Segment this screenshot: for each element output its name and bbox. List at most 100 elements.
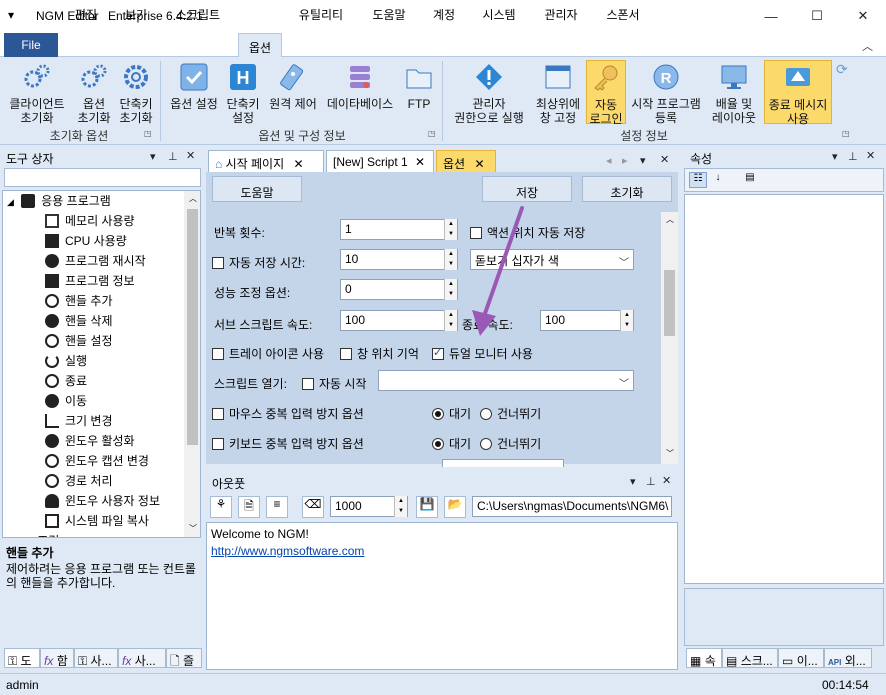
scroll-up-icon[interactable]: ︿ (666, 214, 674, 225)
ftp-button[interactable]: FTP (400, 60, 438, 124)
close-icon[interactable]: ✕ (660, 153, 669, 166)
always-on-top-button[interactable]: 최상위에 창 고정 (530, 60, 586, 125)
tree-item[interactable]: 프로그램 정보 (45, 271, 200, 291)
keyboard-skip-radio[interactable]: 건너뛰기 (480, 435, 541, 452)
scroll-up-icon[interactable]: ︿ (189, 193, 197, 204)
options-scrollbar[interactable]: ︿ ﹀ (661, 212, 678, 464)
save-icon[interactable]: 💾 (416, 496, 438, 518)
tab-scroll-right-icon[interactable]: ▸ (622, 154, 628, 167)
menu-options[interactable]: 옵션 (238, 33, 282, 58)
tree-item[interactable]: 윈도우 캡션 변경 (45, 451, 200, 471)
mouse-dup-checkbox[interactable]: 마우스 중복 입력 방지 옵션 (212, 405, 364, 422)
auto-login-button[interactable]: 자동 로그인 (586, 60, 626, 126)
dropdown-icon[interactable]: ▾ (630, 475, 636, 488)
scroll-down-icon[interactable]: ﹀ (666, 448, 674, 459)
save-button[interactable]: 저장 (482, 176, 572, 202)
maximize-button[interactable]: ☐ (794, 0, 840, 32)
pin-icon[interactable]: ⊥ (848, 150, 858, 163)
auto-start-checkbox[interactable]: 자동 시작 (302, 375, 367, 392)
remote-control-button[interactable]: 원격 제어 (264, 60, 322, 124)
tab-start-page[interactable]: ⌂ 시작 페이지 ✕ (208, 150, 324, 172)
pin-icon[interactable]: ⊥ (646, 475, 656, 488)
tree-item[interactable]: 종료 (45, 371, 200, 391)
tree-item[interactable]: CPU 사용량 (45, 231, 200, 251)
keyboard-dup-checkbox[interactable]: 키보드 중복 입력 방지 옵션 (212, 435, 364, 452)
spin-button[interactable]: ▲ ▼ (444, 249, 457, 270)
spin-button[interactable]: ▲ ▼ (394, 496, 407, 517)
repeat-count-input[interactable]: 1 ▲ ▼ (340, 219, 458, 240)
checkbox[interactable] (212, 257, 224, 269)
tree-item[interactable]: 크기 변경 (45, 411, 200, 431)
tree-item[interactable]: 시스템 파일 복사 (45, 511, 200, 531)
radio[interactable] (480, 438, 492, 450)
menu-system[interactable]: 시스템 (472, 4, 526, 24)
scroll-thumb[interactable] (187, 209, 198, 445)
categorized-icon[interactable]: ☷ (689, 172, 707, 188)
shortcut-reset-button[interactable]: 단축키 초기화 (116, 60, 156, 125)
eraser-icon[interactable]: ⌫ (302, 496, 324, 518)
pin-icon[interactable]: ⊥ (168, 150, 178, 163)
tab-list-icon[interactable]: ▾ (640, 154, 646, 167)
tree-item[interactable]: 핸들 추가 (45, 291, 200, 311)
refresh-icon[interactable]: ⟳ (836, 61, 848, 78)
keyboard-wait-radio[interactable]: 대기 (432, 435, 471, 452)
help-button[interactable]: 도움말 (212, 176, 302, 202)
bottom-tab-properties[interactable]: ▦ 속 (686, 648, 722, 668)
radio[interactable] (480, 408, 492, 420)
tray-icon-checkbox[interactable]: 트레이 아이콘 사용 (212, 345, 324, 362)
dropdown-icon[interactable]: ▾ (150, 150, 156, 163)
dropdown-icon[interactable]: ▾ (832, 150, 838, 163)
group-expand-icon[interactable]: ◳ (144, 129, 152, 138)
close-icon[interactable]: ✕ (186, 149, 195, 162)
menu-edit[interactable]: 편집 (64, 4, 108, 24)
menu-admin[interactable]: 관리자 (534, 4, 588, 24)
menu-account[interactable]: 계정 (424, 4, 464, 24)
tree-item[interactable]: 핸들 삭제 (45, 311, 200, 331)
startup-register-button[interactable]: R 시작 프로그램 등록 (626, 60, 706, 125)
client-reset-button[interactable]: 클라이언트 초기화 (4, 60, 70, 125)
bottom-tab-function[interactable]: fx 함 (40, 648, 74, 668)
bottom-tab-toolbox[interactable]: ⚿ 도 (4, 648, 40, 668)
property-pages-icon[interactable]: ▤ (741, 172, 759, 188)
spin-button[interactable]: ▲ ▼ (444, 310, 457, 331)
bottom-tab-user[interactable]: ⚿ 사... (74, 648, 118, 668)
bottom-tab-script[interactable]: ▤ 스크... (722, 648, 778, 668)
database-button[interactable]: 데이타베이스 (322, 60, 398, 124)
checkbox[interactable] (340, 348, 352, 360)
spin-button[interactable]: ▲ ▼ (444, 279, 457, 300)
perf-tuning-input[interactable]: 0 ▲ ▼ (340, 279, 458, 300)
exit-message-button[interactable]: 종료 메시지 사용 (764, 60, 832, 126)
collapse-ribbon-icon[interactable]: ︿ (862, 38, 873, 54)
output-path-input[interactable]: C:\Users\ngmas\Documents\NGM6\ (472, 496, 672, 517)
menu-file[interactable]: File (4, 33, 58, 57)
scroll-thumb[interactable] (664, 270, 675, 336)
delay-input[interactable]: 1000 ▲ ▼ (330, 496, 408, 517)
autosave-time-checkbox[interactable]: 자동 저장 시간: (212, 254, 305, 271)
tree-item[interactable]: 이동 (45, 391, 200, 411)
menu-help[interactable]: 도움말 (362, 4, 416, 24)
end-speed-input[interactable]: 100 ▲ ▼ (540, 310, 634, 331)
open-folder-icon[interactable]: 📂 (444, 496, 466, 518)
bottom-tab-image[interactable]: ▭ 이... (778, 648, 824, 668)
close-button[interactable]: ✕ (840, 0, 886, 32)
run-as-admin-button[interactable]: 관리자 권한으로 실행 (446, 60, 532, 125)
scale-layout-button[interactable]: 배율 및 레이아웃 (706, 60, 762, 125)
radio-selected[interactable] (432, 408, 444, 420)
scroll-down-icon[interactable]: ﹀ (189, 523, 197, 534)
group-expand-icon[interactable]: ◳ (428, 129, 436, 138)
checkbox[interactable] (212, 408, 224, 420)
expand-arrow-icon[interactable]: ▷ (7, 537, 14, 538)
menu-sponsor[interactable]: 스폰서 (596, 4, 650, 24)
spin-button[interactable]: ▲ ▼ (444, 219, 457, 240)
toolbox-scrollbar[interactable]: ︿ ﹀ (184, 191, 200, 537)
autosave-time-input[interactable]: 10 ▲ ▼ (340, 249, 458, 270)
system-menu-icon[interactable]: ▾ (8, 8, 14, 22)
tab-options[interactable]: 옵션 ✕ (436, 150, 496, 172)
new-file-icon[interactable]: 🗎 (238, 496, 260, 518)
tree-root-condition[interactable]: ▷ 조건 (7, 531, 200, 538)
checkbox[interactable] (302, 378, 314, 390)
menu-view[interactable]: 보기 (114, 4, 158, 24)
partial-select[interactable] (442, 459, 564, 467)
sort-az-icon[interactable]: ↓ (709, 172, 727, 188)
collapse-arrow-icon[interactable]: ◢ (7, 197, 14, 207)
